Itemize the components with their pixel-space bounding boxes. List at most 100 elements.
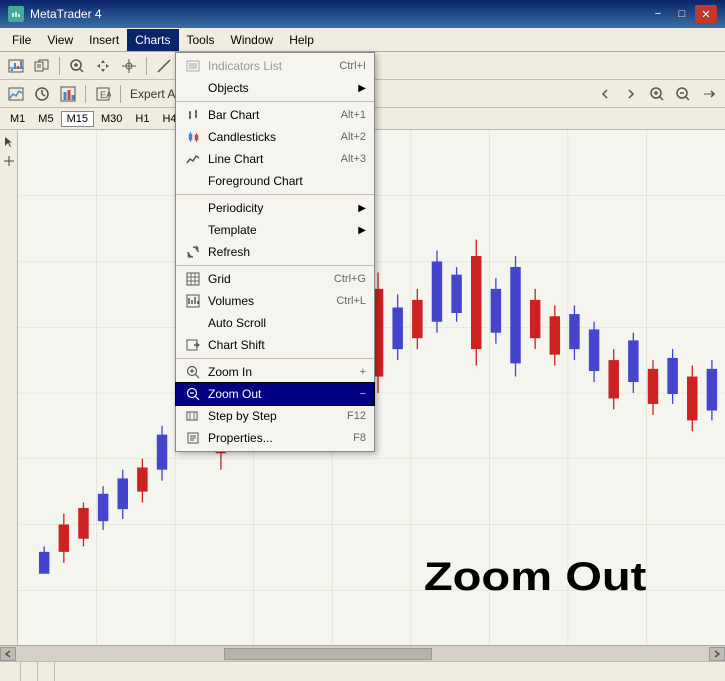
chart-shift-icon (184, 336, 202, 354)
zoom-out-chart[interactable] (671, 83, 695, 105)
template-arrow: ▶ (358, 225, 366, 236)
scroll-right-btn[interactable] (697, 83, 721, 105)
chart-nav-right[interactable] (619, 83, 643, 105)
menu-zoom-in[interactable]: Zoom In + (176, 361, 374, 383)
line-tool[interactable] (152, 55, 176, 77)
properties-icon (184, 429, 202, 447)
menu-zoom-out[interactable]: Zoom Out − (176, 383, 374, 405)
sep4 (176, 358, 374, 359)
open-btn[interactable] (30, 55, 54, 77)
grid-shortcut: Ctrl+G (334, 273, 366, 285)
sep5 (120, 85, 121, 103)
menu-window[interactable]: Window (223, 29, 282, 51)
indicators-btn[interactable] (4, 83, 28, 105)
crosshair-btn[interactable] (117, 55, 141, 77)
menu-auto-scroll[interactable]: Auto Scroll (176, 312, 374, 334)
zoom-out-icon (184, 385, 202, 403)
scroll-left-btn[interactable] (0, 647, 16, 661)
chart-nav-left[interactable] (593, 83, 617, 105)
properties-label: Properties... (208, 431, 353, 445)
move-btn[interactable] (91, 55, 115, 77)
pointer-tool[interactable] (1, 134, 17, 150)
zoom-in-chart[interactable] (645, 83, 669, 105)
menu-foreground-chart[interactable]: Foreground Chart (176, 170, 374, 192)
maximize-button[interactable]: □ (671, 5, 693, 23)
menu-help[interactable]: Help (281, 29, 322, 51)
chart-wizard-btn[interactable] (56, 83, 80, 105)
bar-chart-label: Bar Chart (208, 108, 341, 122)
tf-m30[interactable]: M30 (95, 111, 128, 127)
menu-periodicity[interactable]: Periodicity ▶ (176, 197, 374, 219)
menu-refresh[interactable]: Refresh (176, 241, 374, 263)
menu-indicators-list[interactable]: Indicators List Ctrl+I (176, 55, 374, 77)
menu-template[interactable]: Template ▶ (176, 219, 374, 241)
zoom-in-label: Zoom In (208, 365, 360, 379)
new-chart-btn[interactable] (4, 55, 28, 77)
left-panel (0, 130, 18, 645)
objects-label: Objects (208, 81, 354, 95)
objects-icon (184, 79, 202, 97)
menu-properties[interactable]: Properties... F8 (176, 427, 374, 449)
zoom-out-label: Zoom Out (208, 387, 360, 401)
window-title: MetaTrader 4 (30, 7, 102, 21)
candlesticks-icon (184, 128, 202, 146)
volumes-icon (184, 292, 202, 310)
minimize-button[interactable]: − (647, 5, 669, 23)
title-bar-left: MetaTrader 4 (8, 6, 102, 22)
dropdown-menu: Indicators List Ctrl+I Objects ▶ (175, 52, 375, 452)
indicators-list-label: Indicators List (208, 59, 339, 73)
tf-h1[interactable]: H1 (129, 111, 155, 127)
bar-chart-shortcut: Alt+1 (341, 109, 366, 121)
title-bar: MetaTrader 4 − □ ✕ (0, 0, 725, 28)
sep3 (176, 265, 374, 266)
foreground-chart-icon (184, 172, 202, 190)
menu-chart-shift[interactable]: Chart Shift (176, 334, 374, 356)
menu-step-by-step[interactable]: Step by Step F12 (176, 405, 374, 427)
bar-chart-icon (184, 106, 202, 124)
periodicity-label: Periodicity (208, 201, 354, 215)
periodicity-arrow: ▶ (358, 203, 366, 214)
auto-scroll-icon (184, 314, 202, 332)
app-icon (8, 6, 24, 22)
status-bar (0, 661, 725, 681)
menu-file[interactable]: File (4, 29, 39, 51)
zoom-in-btn[interactable] (65, 55, 89, 77)
menu-bar-chart[interactable]: Bar Chart Alt+1 (176, 104, 374, 126)
zoom-out-chart-label: Zoom Out (424, 556, 646, 600)
sep2 (146, 57, 147, 75)
period-btn[interactable] (30, 83, 54, 105)
menu-view[interactable]: View (39, 29, 81, 51)
volumes-shortcut: Ctrl+L (336, 295, 366, 307)
chart-shift-label: Chart Shift (208, 338, 366, 352)
line-chart-label: Line Chart (208, 152, 341, 166)
tf-m5[interactable]: M5 (32, 111, 59, 127)
expert-btn[interactable]: EA (91, 83, 115, 105)
svg-text:EA: EA (100, 90, 111, 100)
menu-line-chart[interactable]: Line Chart Alt+3 (176, 148, 374, 170)
scroll-track[interactable] (16, 648, 709, 660)
zoom-in-shortcut: + (360, 366, 366, 378)
grid-label: Grid (208, 272, 334, 286)
menu-volumes[interactable]: Volumes Ctrl+L (176, 290, 374, 312)
properties-shortcut: F8 (353, 432, 366, 444)
tf-m15[interactable]: M15 (61, 111, 94, 127)
menu-grid[interactable]: Grid Ctrl+G (176, 268, 374, 290)
menu-tools[interactable]: Tools (179, 29, 223, 51)
menu-insert[interactable]: Insert (81, 29, 127, 51)
menu-candlesticks[interactable]: Candlesticks Alt+2 (176, 126, 374, 148)
template-icon (184, 221, 202, 239)
menu-objects[interactable]: Objects ▶ (176, 77, 374, 99)
close-button[interactable]: ✕ (695, 5, 717, 23)
sep4 (85, 85, 86, 103)
line-chart-icon (184, 150, 202, 168)
grid-icon (184, 270, 202, 288)
cross-tool[interactable] (1, 153, 17, 169)
objects-arrow: ▶ (358, 83, 366, 94)
menu-charts[interactable]: Charts (127, 29, 178, 51)
tf-m1[interactable]: M1 (4, 111, 31, 127)
sep1 (176, 101, 374, 102)
scroll-right-btn[interactable] (709, 647, 725, 661)
indicators-list-icon (184, 57, 202, 75)
scroll-thumb[interactable] (224, 648, 432, 660)
step-by-step-label: Step by Step (208, 409, 347, 423)
